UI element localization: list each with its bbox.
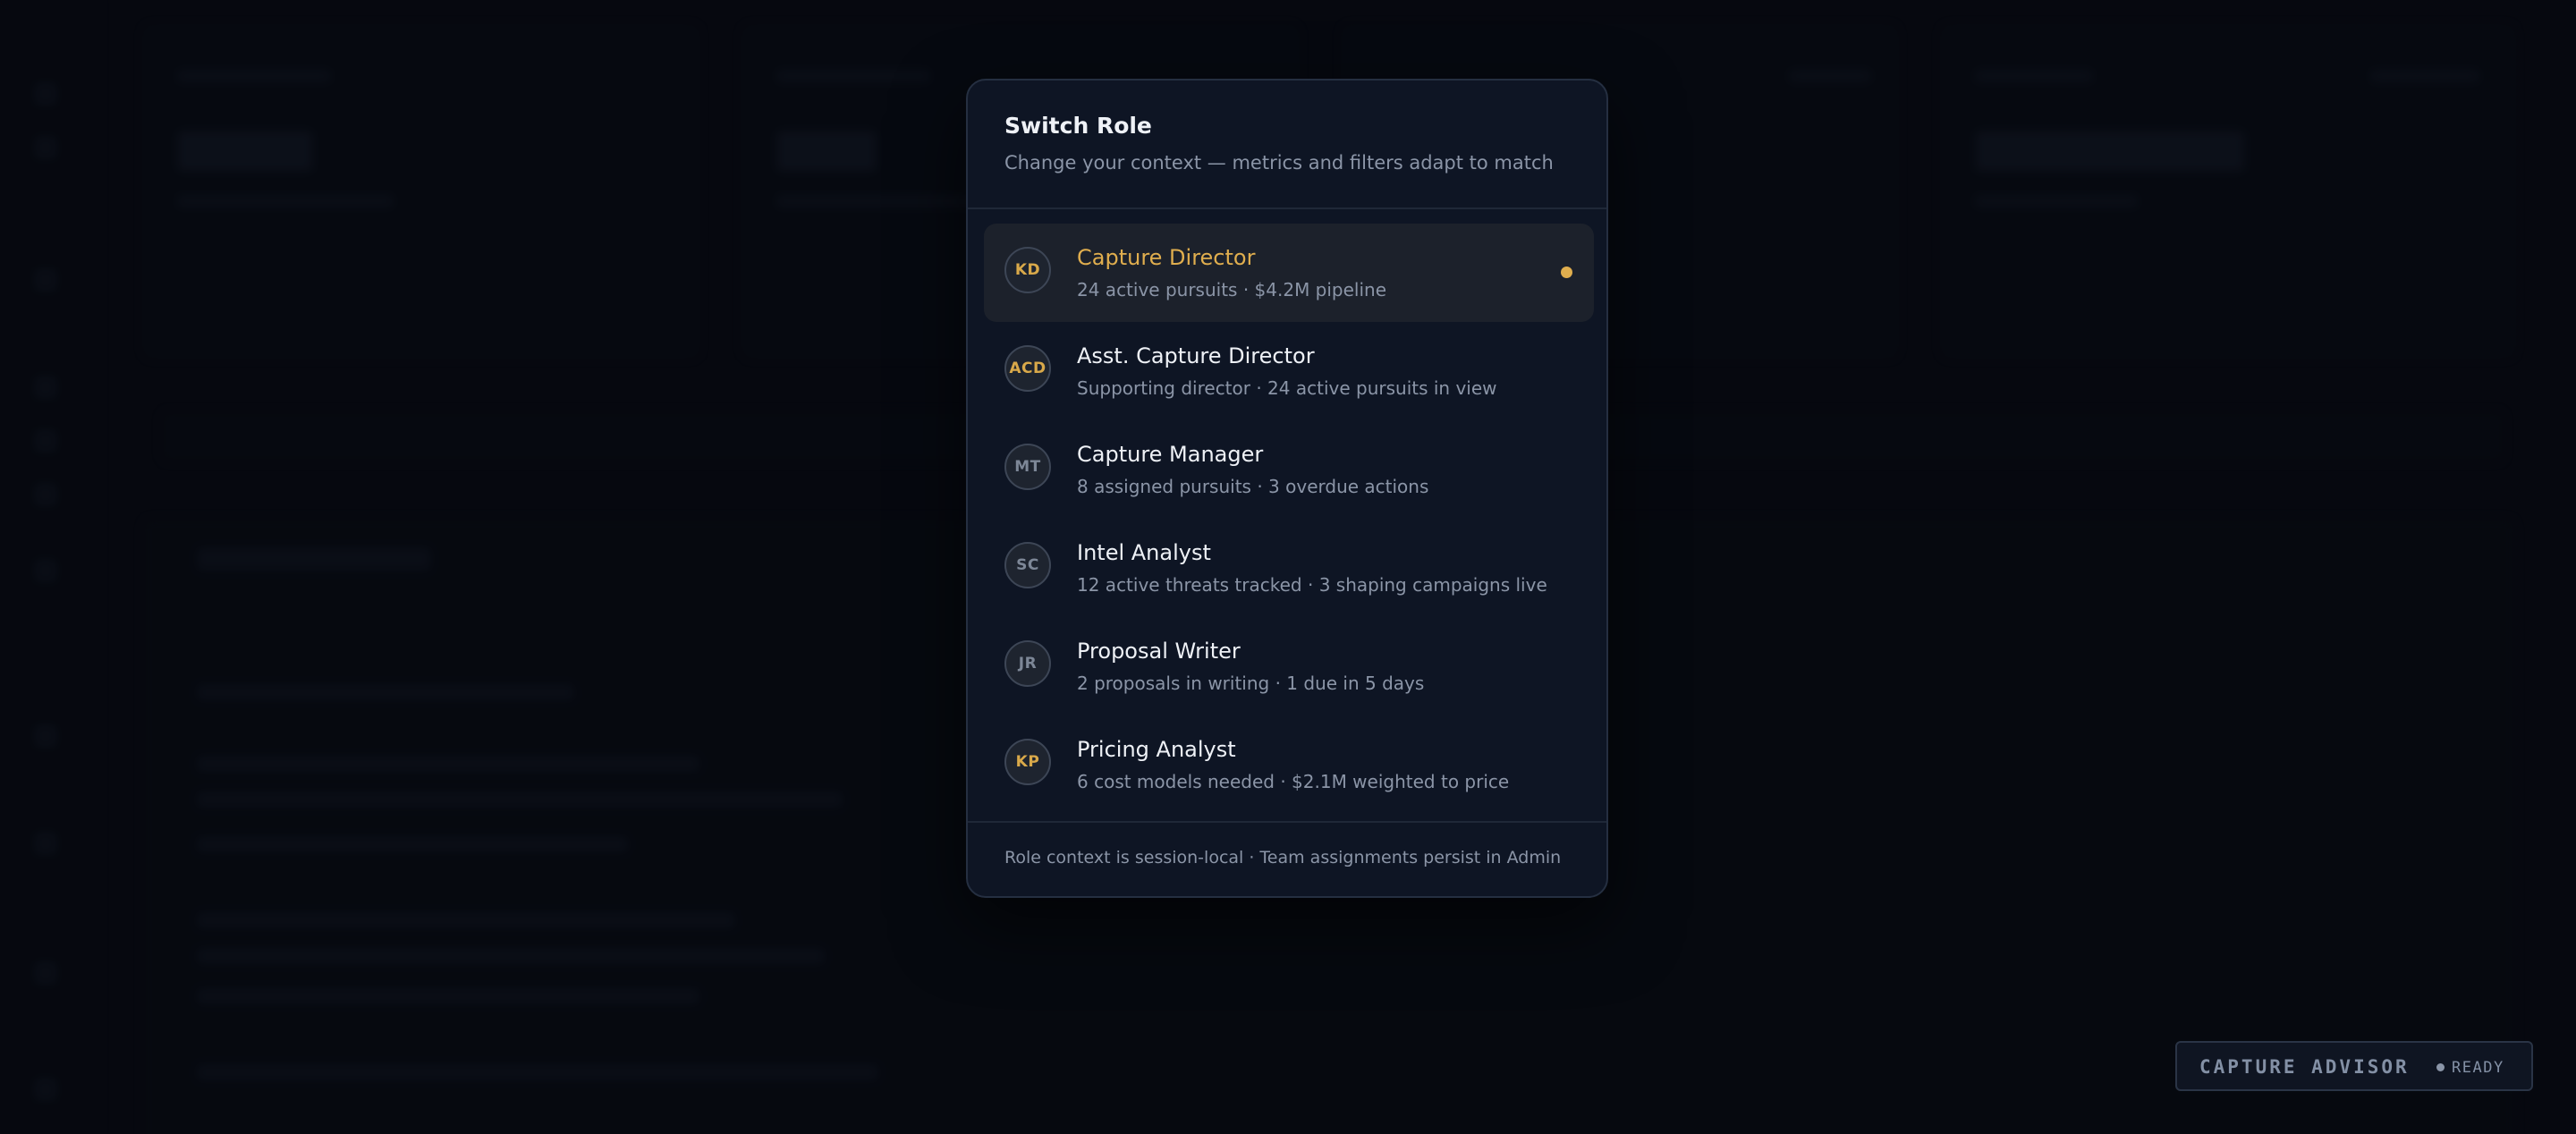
dialog-subtitle: Change your context — metrics and filter… bbox=[1004, 152, 1554, 173]
app-screen: Switch Role Change your context — metric… bbox=[0, 0, 2576, 1134]
role-option-proposal-writer[interactable]: JR Proposal Writer 2 proposals in writin… bbox=[984, 617, 1594, 715]
advisor-status: READY bbox=[2452, 1059, 2504, 1077]
capture-advisor-button[interactable]: CAPTURE ADVISOR READY bbox=[2175, 1041, 2533, 1091]
avatar: SC bbox=[1004, 542, 1051, 588]
advisor-label: CAPTURE ADVISOR bbox=[2199, 1056, 2410, 1078]
dialog-footer: Role context is session-local · Team ass… bbox=[968, 821, 1606, 896]
role-description: Supporting director · 24 active pursuits… bbox=[1077, 377, 1497, 399]
role-option-capture-manager[interactable]: MT Capture Manager 8 assigned pursuits ·… bbox=[984, 420, 1594, 519]
role-list: KD Capture Director 24 active pursuits ·… bbox=[984, 224, 1594, 814]
role-option-capture-director[interactable]: KD Capture Director 24 active pursuits ·… bbox=[984, 224, 1594, 322]
role-name: Capture Manager bbox=[1077, 442, 1264, 467]
role-option-intel-analyst[interactable]: SC Intel Analyst 12 active threats track… bbox=[984, 519, 1594, 617]
role-name: Proposal Writer bbox=[1077, 639, 1241, 664]
footer-note: Role context is session-local · Team ass… bbox=[1004, 848, 1562, 867]
role-description: 2 proposals in writing · 1 due in 5 days bbox=[1077, 673, 1425, 694]
switch-role-dialog: Switch Role Change your context — metric… bbox=[966, 79, 1608, 898]
role-name: Asst. Capture Director bbox=[1077, 343, 1315, 368]
role-description: 12 active threats tracked · 3 shaping ca… bbox=[1077, 574, 1547, 596]
role-option-asst-capture-director[interactable]: ACD Asst. Capture Director Supporting di… bbox=[984, 322, 1594, 420]
dialog-header: Switch Role Change your context — metric… bbox=[968, 80, 1606, 209]
avatar: KD bbox=[1004, 247, 1051, 293]
avatar: ACD bbox=[1004, 345, 1051, 392]
role-description: 8 assigned pursuits · 3 overdue actions bbox=[1077, 476, 1429, 497]
avatar: MT bbox=[1004, 444, 1051, 490]
avatar: KP bbox=[1004, 739, 1051, 785]
status-dot-icon bbox=[2436, 1063, 2445, 1071]
role-option-pricing-analyst[interactable]: KP Pricing Analyst 6 cost models needed … bbox=[984, 715, 1594, 814]
role-name: Capture Director bbox=[1077, 245, 1256, 270]
role-description: 6 cost models needed · $2.1M weighted to… bbox=[1077, 771, 1510, 792]
dialog-title: Switch Role bbox=[1004, 113, 1152, 139]
role-name: Intel Analyst bbox=[1077, 540, 1211, 565]
role-name: Pricing Analyst bbox=[1077, 737, 1236, 762]
active-indicator-dot bbox=[1561, 267, 1572, 278]
role-description: 24 active pursuits · $4.2M pipeline bbox=[1077, 279, 1387, 300]
avatar: JR bbox=[1004, 640, 1051, 687]
